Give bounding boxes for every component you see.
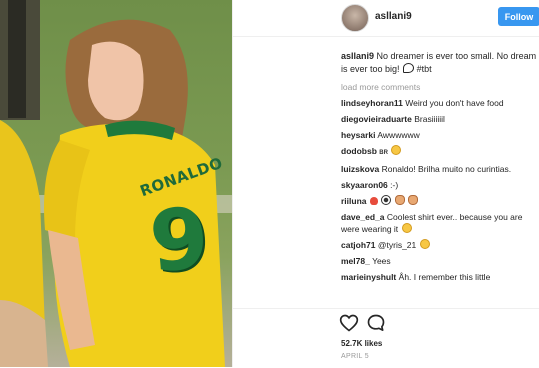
comment-username[interactable]: heysarki <box>341 130 376 140</box>
post-header: asllani9 Follow <box>233 0 539 37</box>
comment-username[interactable]: marieinyshult <box>341 272 396 282</box>
comment-username[interactable]: catjoh71 <box>341 240 376 250</box>
comment-text: :-) <box>390 180 399 190</box>
comment-text: Awwwwww <box>377 130 420 140</box>
speech-bubble-icon <box>367 314 385 331</box>
follow-button[interactable]: Follow <box>498 7 539 26</box>
comment-text: Ronaldo! Brilha muito no curintias. <box>381 164 512 174</box>
caption-username[interactable]: asllani9 <box>341 51 374 61</box>
comment-item: marieinyshult Åh. I remember this little <box>341 271 537 283</box>
header-username[interactable]: asllani9 <box>375 11 412 22</box>
post-actions: 52.7K likes APRIL 5 <box>233 308 539 368</box>
jersey-number: 9 <box>145 188 213 292</box>
soccer-ball-emoji-icon <box>381 195 392 205</box>
likes-count[interactable]: 52.7K likes <box>341 339 382 348</box>
post-photo[interactable]: RONALDO 9 <box>0 0 232 367</box>
comment-item: dave_ed_a Coolest shirt ever.. because y… <box>341 211 537 235</box>
comment-item: luizskova Ronaldo! Brilha muito no curin… <box>341 163 537 175</box>
comment-text: Yees <box>372 256 391 266</box>
grinning-face-emoji-icon <box>401 223 412 233</box>
photo-illustration <box>0 0 232 367</box>
comment-text: Brasiiiiiil <box>414 114 445 124</box>
girl-face <box>88 41 144 121</box>
caption: asllani9 No dreamer is ever too small. N… <box>341 50 537 76</box>
comment-username[interactable]: dave_ed_a <box>341 212 384 222</box>
clapping-hands-emoji-icon <box>408 195 419 205</box>
comment-item: diegovieiraduarte Brasiiiiiil <box>341 113 537 125</box>
comment-button[interactable] <box>366 313 386 333</box>
heart-outline-icon <box>339 314 359 332</box>
caption-hashtag[interactable]: #tbt <box>417 64 432 74</box>
smiling-face-emoji-icon <box>391 145 402 155</box>
comment-text[interactable]: @tyris_21 <box>378 240 416 250</box>
comment-username[interactable]: skyaaron06 <box>341 180 388 190</box>
avatar[interactable] <box>341 4 369 32</box>
instagram-post: RONALDO 9 asllani9 Follow asllani9 No dr… <box>0 0 539 367</box>
comment-item: lindseyhoran11 Weird you don't have food <box>341 97 537 109</box>
comment-username[interactable]: luizskova <box>341 164 379 174</box>
comments-list: asllani9 No dreamer is ever too small. N… <box>341 50 537 287</box>
comment-username[interactable]: riiluna <box>341 196 367 206</box>
comment-item: heysarki Awwwwww <box>341 129 537 141</box>
comment-username[interactable]: lindseyhoran11 <box>341 98 403 108</box>
comment-item: riiluna <box>341 195 537 207</box>
smiling-face-emoji-icon <box>419 239 430 249</box>
comment-item: mel78_ Yees <box>341 255 537 267</box>
speech-bubble-emoji-icon <box>403 63 415 73</box>
post-details-panel: asllani9 Follow asllani9 No dreamer is e… <box>232 0 539 367</box>
post-timestamp: APRIL 5 <box>341 353 369 360</box>
comment-item: dodobsb BR <box>341 145 537 159</box>
flag-emoji-label: BR <box>379 150 388 156</box>
clapping-hands-emoji-icon <box>394 195 405 205</box>
comment-item: catjoh71 @tyris_21 <box>341 239 537 251</box>
like-button[interactable] <box>339 313 359 333</box>
comment-text: Åh. I remember this little <box>398 272 491 282</box>
comment-item: skyaaron06 :-) <box>341 179 537 191</box>
comment-username[interactable]: diegovieiraduarte <box>341 114 412 124</box>
load-more-comments-link[interactable]: load more comments <box>341 82 537 92</box>
heart-emoji-icon <box>369 197 378 205</box>
comment-username[interactable]: dodobsb <box>341 146 377 156</box>
comment-username[interactable]: mel78_ <box>341 256 370 266</box>
background-legs <box>8 0 26 118</box>
comment-text: Weird you don't have food <box>405 98 504 108</box>
